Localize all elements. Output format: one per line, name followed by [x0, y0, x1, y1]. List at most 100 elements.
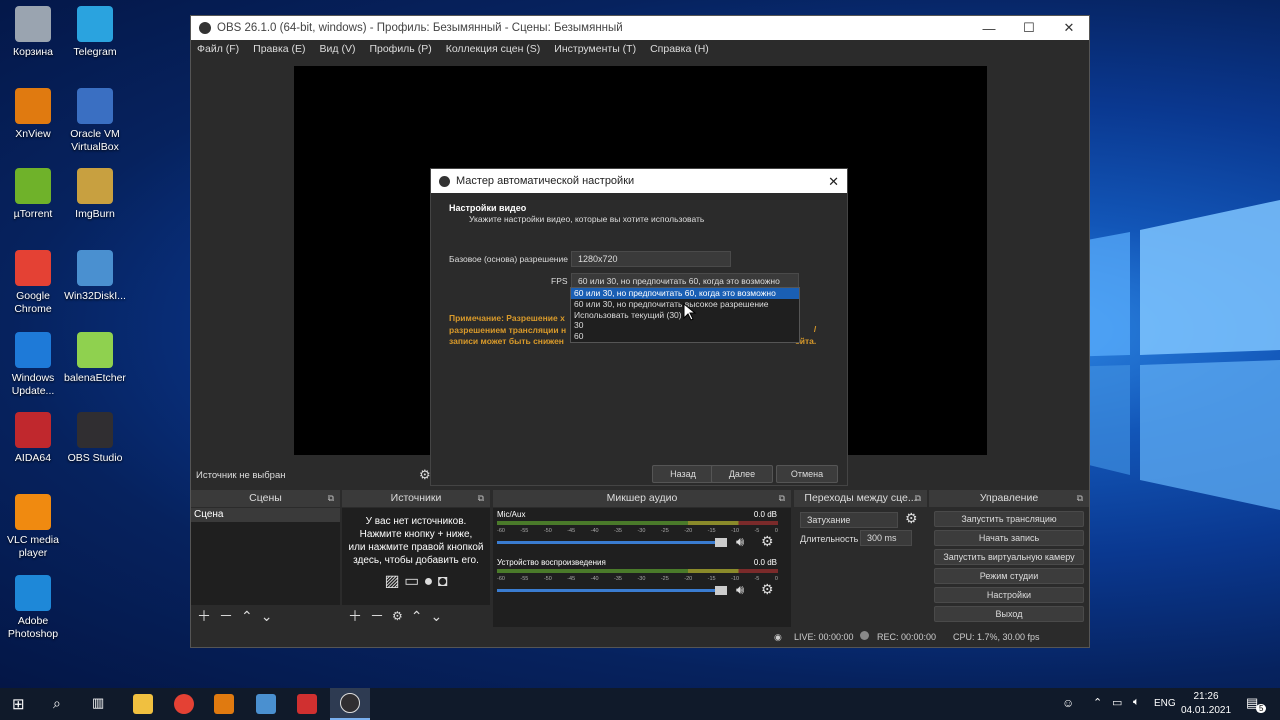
add-source-button[interactable]: ＋: [348, 606, 362, 626]
people-icon[interactable]: ☺: [1062, 696, 1074, 710]
menu-file[interactable]: Файл (F): [197, 43, 239, 55]
fps-option[interactable]: 60: [571, 331, 799, 342]
rec-indicator-icon: [860, 631, 869, 640]
dialog-close-button[interactable]: ✕: [828, 174, 839, 190]
chrome-icon: [15, 250, 51, 286]
start-streaming-button[interactable]: Запустить трансляцию: [934, 511, 1084, 527]
settings-button[interactable]: Настройки: [934, 587, 1084, 603]
telegram-icon: [77, 6, 113, 42]
cancel-button[interactable]: Отмена: [776, 465, 838, 483]
duration-spinbox[interactable]: 300 ms: [860, 530, 912, 546]
obs-title: OBS 26.1.0 (64-bit, windows) - Профиль: …: [217, 22, 623, 34]
desktop-shortcut[interactable]: Adobe Photoshop: [0, 575, 66, 641]
aida64-taskbar-icon[interactable]: [297, 694, 317, 714]
menu-scene-collection[interactable]: Коллекция сцен (S): [446, 43, 541, 55]
maximize-button[interactable]: ☐: [1009, 16, 1049, 40]
clock-date: 04.01.2021: [1180, 705, 1232, 716]
scene-item[interactable]: Сцена: [191, 508, 340, 522]
win32diskimager-taskbar-icon[interactable]: [256, 694, 276, 714]
slider-handle[interactable]: [715, 538, 727, 547]
desktop-shortcut[interactable]: Oracle VM VirtualBox: [62, 88, 128, 154]
desktop-shortcut[interactable]: Google Chrome: [0, 250, 66, 316]
task-view-icon[interactable]: ▥: [92, 695, 104, 711]
desktop-shortcut[interactable]: XnView: [0, 88, 66, 141]
language-indicator[interactable]: ENG: [1154, 698, 1176, 709]
fps-option[interactable]: 30: [571, 320, 799, 331]
remove-source-button[interactable]: －: [370, 606, 384, 626]
desktop-shortcut[interactable]: VLC media player: [0, 494, 66, 560]
mixer-header: Микшер аудио ⧉: [493, 490, 791, 507]
desktop-shortcut[interactable]: Win32DiskI...: [62, 250, 128, 303]
volume-slider[interactable]: [497, 541, 725, 544]
meter-scale-tick: 0: [774, 576, 778, 582]
resolution-combobox[interactable]: 1280x720: [571, 251, 731, 267]
speaker-icon[interactable]: 🔊︎: [736, 582, 744, 598]
next-button[interactable]: Далее: [711, 465, 773, 483]
transition-select[interactable]: Затухание: [800, 512, 898, 528]
back-button[interactable]: Назад: [652, 465, 714, 483]
menu-tools[interactable]: Инструменты (T): [554, 43, 636, 55]
scenes-header: Сцены ⧉: [191, 490, 340, 507]
start-virtual-camera-button[interactable]: Запустить виртуальную камеру: [934, 549, 1084, 565]
desktop-shortcut[interactable]: Корзина: [0, 6, 66, 59]
speaker-icon[interactable]: 🔊︎: [736, 534, 744, 550]
mixer-gear-icon[interactable]: ⚙: [761, 581, 774, 598]
start-recording-button[interactable]: Начать запись: [934, 530, 1084, 546]
menu-profile[interactable]: Профиль (P): [369, 43, 431, 55]
transitions-header: Переходы между сце... ⧉: [794, 490, 927, 507]
source-settings-gear-icon[interactable]: ⚙: [419, 467, 431, 483]
chrome-taskbar-icon[interactable]: [174, 694, 194, 714]
camera-icon: ◘: [437, 573, 448, 590]
xnview-taskbar-icon[interactable]: [214, 694, 234, 714]
mixer-gear-icon[interactable]: ⚙: [761, 533, 774, 550]
notifications-badge: 5: [1256, 704, 1267, 713]
desktop-shortcut[interactable]: µTorrent: [0, 168, 66, 221]
move-down-icon[interactable]: ⌄: [261, 608, 273, 625]
desktop-shortcut[interactable]: Windows Update...: [0, 332, 66, 398]
move-up-icon[interactable]: ⌃: [241, 608, 253, 625]
meter-scale-tick: -20: [684, 528, 693, 534]
desktop-shortcut[interactable]: balenaEtcher: [62, 332, 128, 385]
mouse-cursor-icon: [683, 303, 697, 321]
move-down-icon[interactable]: ⌄: [431, 608, 443, 625]
menu-view[interactable]: Вид (V): [320, 43, 356, 55]
exit-button[interactable]: Выход: [934, 606, 1084, 622]
sources-list[interactable]: У вас нет источников. Нажмите кнопку + н…: [342, 508, 490, 605]
minimize-button[interactable]: —: [969, 16, 1009, 40]
move-up-icon[interactable]: ⌃: [411, 608, 423, 625]
network-icon[interactable]: ▭: [1112, 696, 1122, 709]
volume-meter: [497, 521, 778, 525]
transition-gear-icon[interactable]: ⚙: [905, 510, 918, 527]
tray-chevron-up-icon[interactable]: ⌃: [1093, 696, 1102, 709]
fps-combobox[interactable]: 60 или 30, но предпочитать 60, когда это…: [571, 273, 799, 288]
search-icon[interactable]: ⌕: [53, 695, 61, 712]
add-scene-button[interactable]: ＋: [197, 606, 211, 626]
source-properties-gear-icon[interactable]: ⚙: [392, 609, 403, 623]
volume-slider[interactable]: [497, 589, 725, 592]
clock-time: 21:26: [1193, 691, 1219, 702]
desktop-shortcut-label: Windows Update...: [11, 372, 55, 397]
meter-scale-tick: -45: [567, 576, 576, 582]
slider-handle[interactable]: [715, 586, 727, 595]
obs-taskbar-button[interactable]: [330, 688, 370, 720]
fps-option[interactable]: 60 или 30, но предпочитать 60, когда это…: [571, 288, 799, 299]
desktop-shortcut[interactable]: AIDA64: [0, 412, 66, 465]
float-icon: ⧉: [327, 493, 334, 503]
volume-icon[interactable]: 🔈︎: [1133, 696, 1140, 709]
meter-scale-tick: -60: [497, 528, 505, 534]
remove-scene-button[interactable]: －: [219, 606, 233, 626]
studio-mode-button[interactable]: Режим студии: [934, 568, 1084, 584]
fps-label: FPS: [551, 276, 568, 286]
dialog-titlebar: Мастер автоматической настройки ✕: [431, 169, 847, 193]
desktop-shortcut-label: balenaEtcher: [64, 372, 126, 384]
clock[interactable]: 21:26 04.01.2021: [1180, 690, 1232, 718]
file-explorer-icon[interactable]: [133, 694, 153, 714]
close-button[interactable]: ✕: [1049, 16, 1089, 40]
desktop-shortcut[interactable]: Telegram: [62, 6, 128, 59]
desktop-shortcut[interactable]: ImgBurn: [62, 168, 128, 221]
menu-edit[interactable]: Правка (E): [253, 43, 305, 55]
meter-scale-tick: -55: [520, 528, 529, 534]
menu-help[interactable]: Справка (H): [650, 43, 709, 55]
start-button-windows-icon[interactable]: ⊞: [12, 695, 25, 713]
desktop-shortcut[interactable]: OBS Studio: [62, 412, 128, 465]
